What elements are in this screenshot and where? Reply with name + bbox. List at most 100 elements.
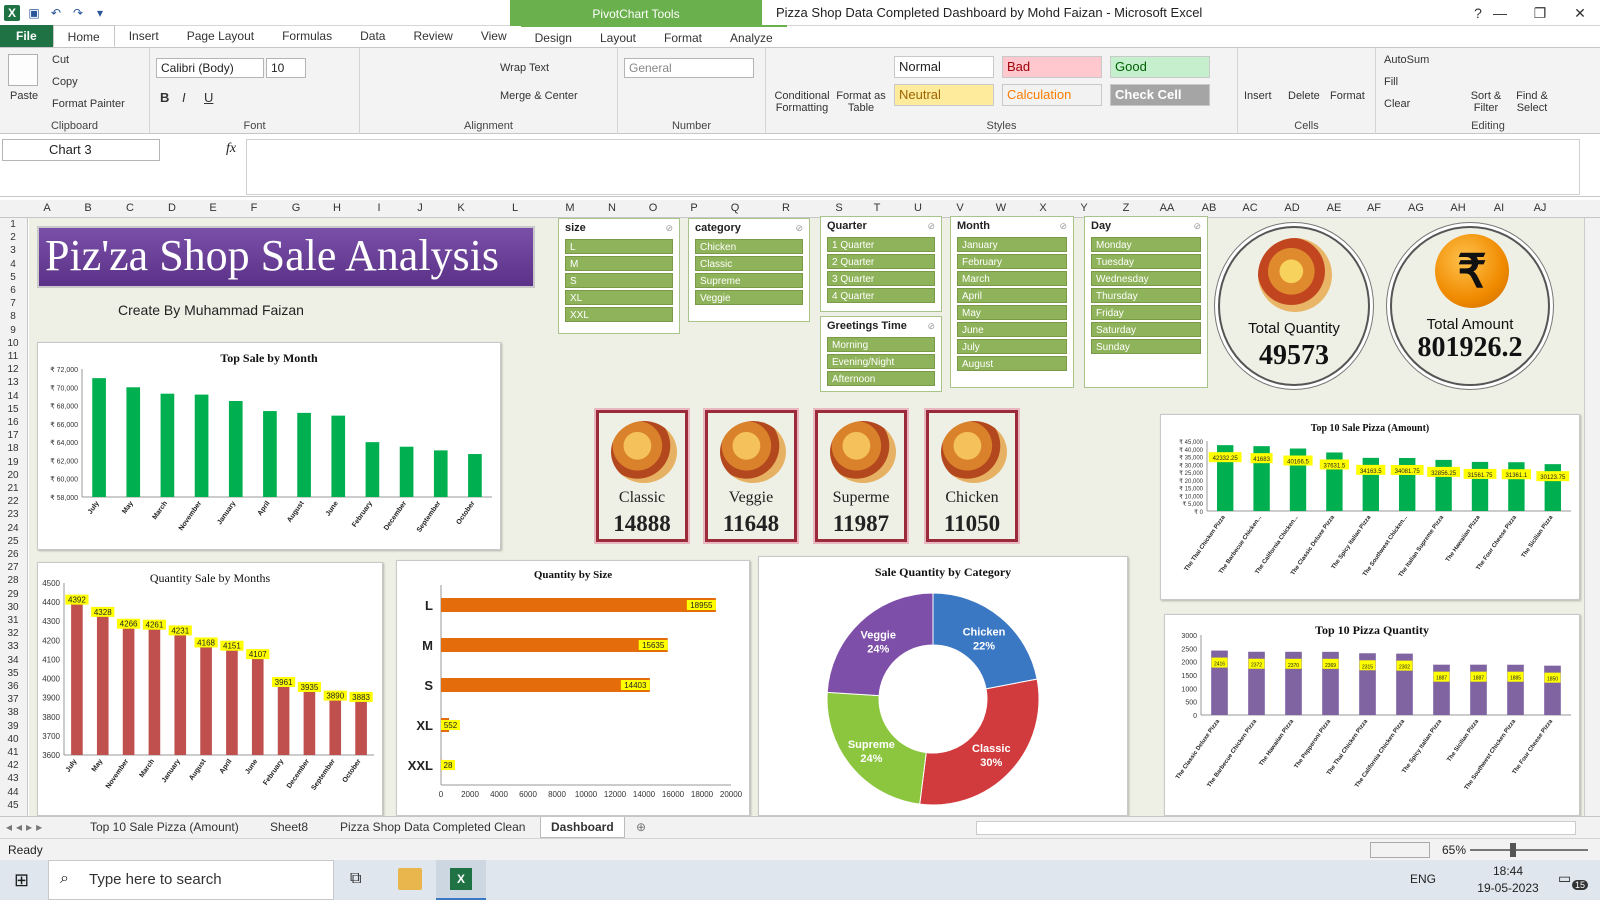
row-header[interactable]: 13: [0, 377, 26, 388]
column-header[interactable]: X: [1039, 202, 1046, 214]
slicer-item[interactable]: Wednesday: [1091, 271, 1201, 286]
insert-cells-button[interactable]: Insert: [1244, 90, 1272, 102]
customize-qat-icon[interactable]: ▾: [92, 5, 108, 21]
view-buttons[interactable]: [1370, 842, 1430, 858]
fx-icon[interactable]: fx: [226, 141, 236, 157]
column-header[interactable]: Y: [1080, 202, 1087, 214]
chart-quantity-by-months[interactable]: Quantity Sale by Months 3600 3700 3800 3900…: [37, 562, 383, 816]
row-header[interactable]: 19: [0, 457, 26, 468]
column-header[interactable]: AE: [1327, 202, 1342, 214]
undo-icon[interactable]: ↶: [48, 5, 64, 21]
slicer-item[interactable]: M: [565, 256, 673, 271]
row-header[interactable]: 7: [0, 298, 26, 309]
slicer-item[interactable]: XL: [565, 290, 673, 305]
format-as-table-button[interactable]: Format as Table: [836, 90, 886, 114]
column-header[interactable]: AC: [1242, 202, 1257, 214]
tab-data[interactable]: Data: [346, 25, 399, 47]
slicer-quarter[interactable]: Quarter ⊘ 1 Quarter 2 Quarter 3 Quarter 4 Qua…: [820, 216, 942, 312]
clear-button[interactable]: Clear: [1384, 98, 1410, 110]
row-header[interactable]: 33: [0, 641, 26, 652]
slicer-size[interactable]: size ⊘ L M S XL XXL: [558, 218, 680, 334]
task-view-icon[interactable]: ⧉: [350, 870, 361, 888]
style-good[interactable]: Good: [1110, 56, 1210, 78]
column-header[interactable]: K: [457, 202, 464, 214]
redo-icon[interactable]: ↷: [70, 5, 86, 21]
slicer-item[interactable]: XXL: [565, 307, 673, 322]
delete-cells-button[interactable]: Delete: [1288, 90, 1320, 102]
column-header[interactable]: AD: [1284, 202, 1299, 214]
column-header[interactable]: AG: [1408, 202, 1424, 214]
paste-button[interactable]: Paste: [10, 90, 38, 102]
slicer-item[interactable]: S: [565, 273, 673, 288]
row-header[interactable]: 45: [0, 800, 26, 811]
slicer-item[interactable]: Tuesday: [1091, 254, 1201, 269]
column-header[interactable]: V: [956, 202, 963, 214]
row-header[interactable]: 24: [0, 523, 26, 534]
font-size-combo[interactable]: 10: [266, 58, 306, 78]
clear-filter-icon[interactable]: ⊘: [665, 223, 673, 234]
zoom-thumb[interactable]: [1510, 843, 1516, 857]
slicer-item[interactable]: January: [957, 237, 1067, 252]
row-header[interactable]: 26: [0, 549, 26, 560]
slicer-item[interactable]: 3 Quarter: [827, 271, 935, 286]
number-format-combo[interactable]: General: [624, 58, 754, 78]
row-header[interactable]: 39: [0, 721, 26, 732]
clear-filter-icon[interactable]: ⊘: [1193, 221, 1201, 232]
slicer-item[interactable]: April: [957, 288, 1067, 303]
column-header[interactable]: D: [168, 202, 176, 214]
horizontal-scrollbar[interactable]: [976, 821, 1576, 835]
sheet-tab-top10[interactable]: Top 10 Sale Pizza (Amount): [90, 820, 239, 834]
sheet-tab-clean-data[interactable]: Pizza Shop Data Completed Clean: [340, 820, 525, 834]
row-header[interactable]: 36: [0, 681, 26, 692]
close-icon[interactable]: ✕: [1560, 0, 1600, 26]
chart-sale-quantity-by-category[interactable]: Sale Quantity by Category Chicken 22% Clas…: [758, 556, 1128, 816]
slicer-item[interactable]: June: [957, 322, 1067, 337]
tab-home[interactable]: Home: [52, 25, 115, 47]
minimize-icon[interactable]: —: [1480, 0, 1520, 26]
row-header[interactable]: 31: [0, 615, 26, 626]
column-header[interactable]: G: [292, 202, 301, 214]
name-box[interactable]: Chart 3: [2, 139, 160, 161]
restore-icon[interactable]: ❐: [1520, 0, 1560, 26]
slicer-month[interactable]: Month ⊘ January February March April May June Ju…: [950, 216, 1074, 388]
column-header[interactable]: T: [874, 202, 881, 214]
sort-filter-button[interactable]: Sort & Filter: [1466, 90, 1506, 114]
column-header[interactable]: S: [835, 202, 842, 214]
chart-top10-pizza-quantity[interactable]: Top 10 Pizza Quantity 0 500 1000 1500 2000 25…: [1164, 614, 1580, 816]
row-header[interactable]: 8: [0, 311, 26, 322]
format-cells-button[interactable]: Format: [1330, 90, 1365, 102]
row-header[interactable]: 15: [0, 404, 26, 415]
bold-icon[interactable]: B: [160, 90, 169, 105]
column-header[interactable]: AB: [1202, 202, 1217, 214]
style-check-cell[interactable]: Check Cell: [1110, 84, 1210, 106]
row-header[interactable]: 6: [0, 285, 26, 296]
new-sheet-icon[interactable]: ⊕: [636, 820, 646, 834]
column-header[interactable]: M: [565, 202, 574, 214]
tab-format[interactable]: Format: [650, 25, 717, 47]
formula-input[interactable]: [246, 139, 1580, 195]
column-header[interactable]: J: [417, 202, 423, 214]
clock-time[interactable]: 18:44: [1478, 864, 1538, 878]
slicer-item[interactable]: May: [957, 305, 1067, 320]
cut-button[interactable]: Cut: [52, 54, 69, 66]
row-header[interactable]: 11: [0, 351, 26, 362]
column-header[interactable]: AF: [1367, 202, 1381, 214]
chart-top10-sale-amount[interactable]: Top 10 Sale Pizza (Amount) ₹ 0 ₹ 5,000 ₹ 1…: [1160, 414, 1580, 600]
sheet-tab-sheet8[interactable]: Sheet8: [270, 820, 308, 834]
slicer-item[interactable]: 1 Quarter: [827, 237, 935, 252]
slicer-item[interactable]: August: [957, 356, 1067, 371]
column-header[interactable]: F: [251, 202, 258, 214]
autosum-button[interactable]: AutoSum: [1384, 54, 1429, 66]
row-header[interactable]: 44: [0, 787, 26, 798]
column-header[interactable]: AI: [1494, 202, 1504, 214]
tab-formulas[interactable]: Formulas: [268, 25, 346, 47]
find-select-button[interactable]: Find & Select: [1510, 90, 1554, 114]
row-header[interactable]: 40: [0, 734, 26, 745]
paste-icon[interactable]: [8, 54, 38, 86]
font-name-combo[interactable]: Calibri (Body): [156, 58, 264, 78]
column-header[interactable]: P: [690, 202, 697, 214]
row-header[interactable]: 27: [0, 562, 26, 573]
row-header[interactable]: 14: [0, 391, 26, 402]
row-header[interactable]: 17: [0, 430, 26, 441]
taskbar-search[interactable]: Type here to search: [48, 860, 334, 900]
